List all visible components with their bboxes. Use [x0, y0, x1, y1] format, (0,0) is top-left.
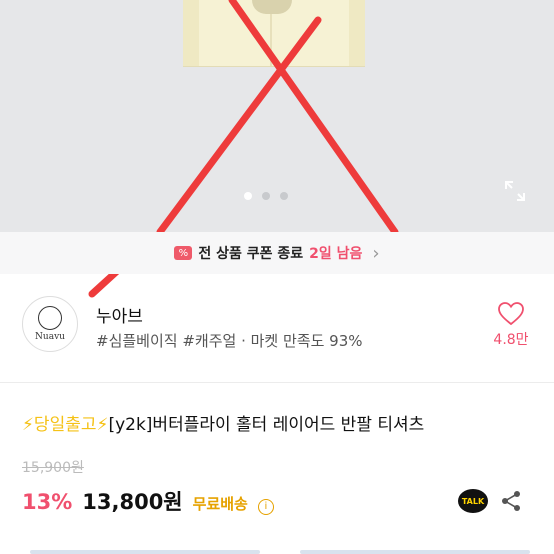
coupon-banner[interactable]: % 전 상품 쿠폰 종료 2일 남음 ›	[0, 232, 554, 274]
kakaotalk-icon[interactable]: TALK	[458, 489, 488, 513]
original-price: 15,900원	[22, 460, 84, 476]
sale-price: 13,800원	[82, 490, 183, 514]
heart-icon	[498, 302, 524, 326]
divider	[0, 382, 554, 383]
coupon-icon: %	[174, 246, 193, 260]
share-icon[interactable]	[500, 490, 522, 512]
carousel-dot[interactable]	[280, 192, 288, 200]
product-title: ⚡당일출고⚡[y2k]버터플라이 홀터 레이어드 반팔 티셔츠	[22, 410, 424, 435]
shop-logo-mark	[38, 306, 62, 330]
carousel-dots	[244, 192, 288, 200]
title-main: [y2k]버터플라이 홀터 레이어드 반팔 티셔츠	[108, 415, 425, 435]
coupon-remaining: 2일 남음	[309, 246, 363, 262]
bottom-tabs-edge	[0, 546, 554, 554]
title-prefix: ⚡당일출고⚡	[22, 415, 109, 435]
shop-logo-text: Nuavu	[35, 332, 65, 342]
shipping-label: 무료배송	[192, 495, 248, 513]
carousel-dot[interactable]	[244, 192, 252, 200]
shop-logo[interactable]: Nuavu	[22, 296, 78, 352]
shop-name[interactable]: 누아브	[96, 302, 143, 327]
carousel-dot[interactable]	[262, 192, 270, 200]
shop-info[interactable]: Nuavu 누아브 #심플베이직 #캐주얼 · 마켓 만족도 93% 4.8만	[0, 296, 554, 360]
discount-rate: 13%	[22, 490, 73, 514]
shop-tags: #심플베이직 #캐주얼 · 마켓 만족도 93%	[96, 332, 363, 350]
info-icon[interactable]: i	[257, 499, 274, 515]
like-count: 4.8만	[493, 332, 529, 348]
chevron-right-icon: ›	[372, 242, 380, 264]
coupon-text: 전 상품 쿠폰 종료	[198, 246, 304, 262]
like-button[interactable]: 4.8만	[488, 302, 534, 349]
price-row: 13% 13,800원 무료배송 i	[22, 486, 274, 516]
expand-icon[interactable]	[504, 180, 526, 202]
product-photo	[183, 0, 365, 67]
product-image-carousel[interactable]	[0, 0, 554, 232]
